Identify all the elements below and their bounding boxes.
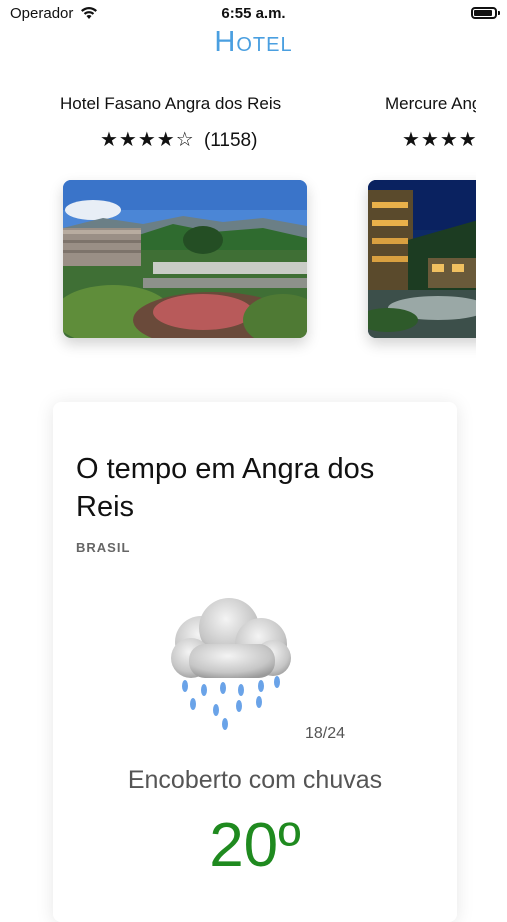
hotel-rating: ★★★★★ [402,127,476,152]
weather-title: O tempo em Angra dos Reis [76,453,375,523]
weather-country: BRASIL [76,540,131,555]
rain-cloud-icon [161,592,301,732]
weather-card: O tempo em Angra dos Reis BRASIL 18/24 E… [53,402,457,922]
review-count: (1158) [203,130,258,151]
weather-description: Encoberto com chuvas [127,766,383,794]
hotel-photo[interactable] [63,180,307,338]
weather-date: 18/24 [305,725,346,742]
clock: 6:55 a.m. [221,5,286,22]
hotel-carousel[interactable]: Hotel Fasano Angra dos Reis ★★★★☆ (1158) [0,80,476,380]
battery-icon [471,7,500,19]
hotel-name: Mercure Angra dos Reis [385,94,476,113]
status-bar: Operador 6:55 a.m. [0,0,507,28]
hotel-rating: ★★★★☆ (1158) [100,127,360,152]
page-title: Hotel [214,26,293,58]
weather-temperature: 20º [209,811,301,880]
star-rating-icon: ★★★★★ [402,129,476,151]
hotel-name: Hotel Fasano Angra dos Reis [60,94,282,113]
hotel-photo[interactable] [368,180,476,338]
star-rating-icon: ★★★★☆ [100,129,195,151]
